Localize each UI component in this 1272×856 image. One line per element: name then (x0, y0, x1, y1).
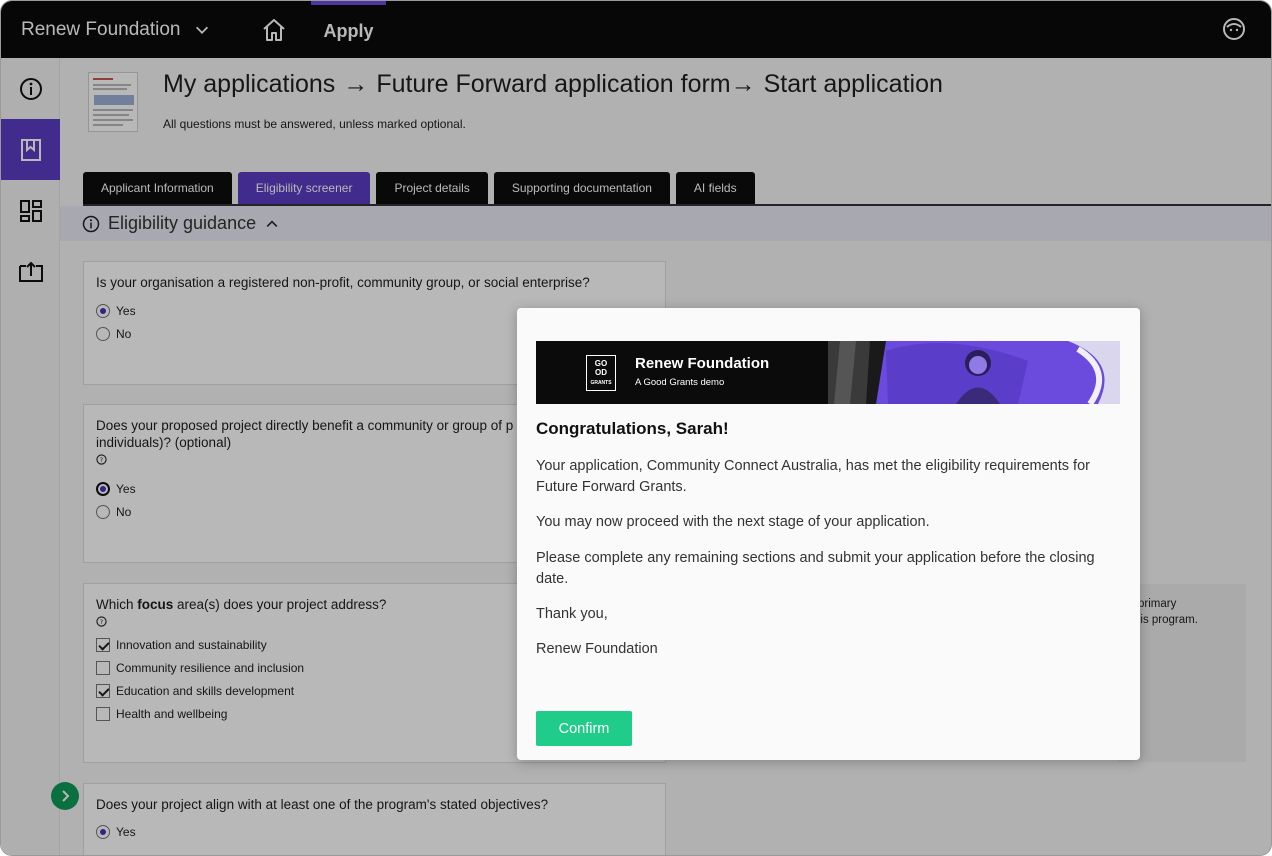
foundation-banner: GO OD GRANTS Renew Foundation A Good Gra… (536, 341, 1120, 404)
app-window: Renew Foundation Apply My applications →… (0, 0, 1272, 856)
banner-title: Renew Foundation (635, 355, 770, 372)
dialog-paragraph: Please complete any remaining sections a… (536, 550, 1095, 587)
banner-photo (828, 341, 1120, 404)
dialog-paragraph: Your application, Community Connect Aust… (536, 458, 1090, 495)
dialog-title: Congratulations, Sarah! (536, 419, 729, 438)
dialog-signature: Renew Foundation (536, 641, 658, 657)
banner-subtitle: A Good Grants demo (635, 377, 725, 388)
good-grants-logo: GO OD GRANTS (586, 355, 616, 391)
dialog-paragraph: Thank you, (536, 606, 608, 622)
confirm-button[interactable]: Confirm (536, 711, 632, 746)
dialog-paragraph: You may now proceed with the next stage … (536, 514, 930, 530)
eligibility-result-dialog: GO OD GRANTS Renew Foundation A Good Gra… (517, 308, 1140, 760)
